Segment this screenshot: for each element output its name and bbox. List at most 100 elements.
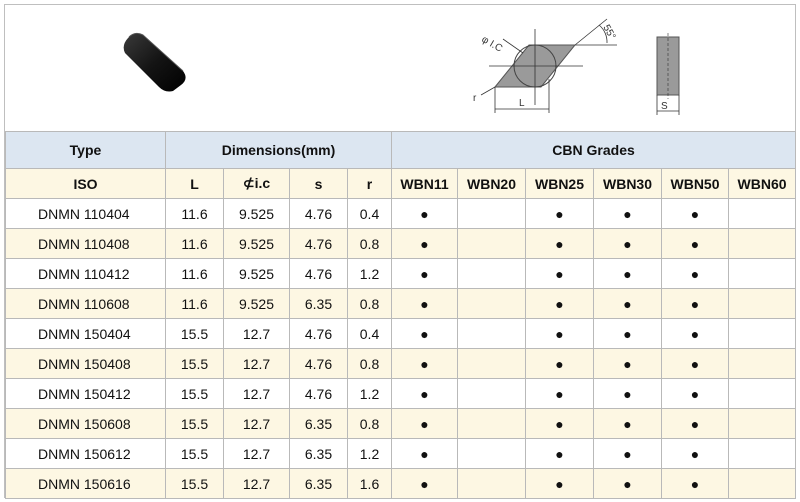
- radius-cell: 0.8: [346, 408, 393, 439]
- radius-cell: 0.4: [346, 198, 393, 229]
- table-row: DNMN 150608 15.5 12.7 6.35 0.8 ● ● ● ●: [5, 408, 797, 439]
- group-header-row: Type Dimensions(mm) CBN Grades: [5, 131, 797, 169]
- table-row: DNMN 150408 15.5 12.7 4.76 0.8 ● ● ● ●: [5, 348, 797, 379]
- ic-cell: 9.525: [223, 258, 290, 289]
- length-cell: 11.6: [165, 288, 224, 319]
- grade-mark-cell: ●: [391, 408, 459, 439]
- length-cell: 15.5: [165, 378, 224, 409]
- radius-column-header: r: [346, 168, 393, 199]
- radius-label: r: [473, 93, 477, 104]
- grade-mark-cell: ●: [391, 258, 459, 289]
- grade-mark-cell: ●: [661, 288, 730, 319]
- grade-mark-cell: ●: [391, 348, 459, 379]
- iso-code-cell: DNMN 150616: [5, 468, 166, 499]
- grade-mark-cell: ●: [593, 228, 663, 259]
- thickness-cell: 6.35: [289, 468, 348, 499]
- iso-code-cell: DNMN 150404: [5, 318, 166, 349]
- length-cell: 11.6: [165, 198, 224, 229]
- grade-mark-cell: ●: [593, 318, 663, 349]
- grade-mark-cell: [457, 318, 527, 349]
- grade-mark-cell: ●: [525, 378, 595, 409]
- radius-cell: 0.8: [346, 348, 393, 379]
- grade-mark-cell: [728, 228, 797, 259]
- radius-cell: 1.6: [346, 468, 393, 499]
- radius-cell: 0.8: [346, 228, 393, 259]
- thickness-cell: 4.76: [289, 318, 348, 349]
- table-row: DNMN 110404 11.6 9.525 4.76 0.4 ● ● ● ●: [5, 198, 797, 229]
- grade-column-header: WBN30: [593, 168, 663, 199]
- grade-mark-cell: [728, 408, 797, 439]
- grade-mark-cell: [728, 378, 797, 409]
- table-row: DNMN 110408 11.6 9.525 4.76 0.8 ● ● ● ●: [5, 228, 797, 259]
- length-cell: 15.5: [165, 438, 224, 469]
- grade-column-header: WBN25: [525, 168, 595, 199]
- ic-cell: 12.7: [223, 408, 290, 439]
- grade-mark-cell: ●: [525, 288, 595, 319]
- grade-mark-cell: ●: [661, 438, 730, 469]
- grade-mark-cell: ●: [525, 258, 595, 289]
- ic-cell: 12.7: [223, 348, 290, 379]
- grade-mark-cell: [457, 228, 527, 259]
- grade-mark-cell: [728, 198, 797, 229]
- grade-mark-cell: [728, 468, 797, 499]
- grade-mark-cell: ●: [593, 378, 663, 409]
- insert-photo-image: [123, 32, 186, 92]
- length-cell: 15.5: [165, 318, 224, 349]
- grade-mark-cell: ●: [391, 468, 459, 499]
- grade-mark-cell: [728, 348, 797, 379]
- ic-cell: 12.7: [223, 438, 290, 469]
- ic-cell: 9.525: [223, 228, 290, 259]
- grade-mark-cell: ●: [391, 438, 459, 469]
- grade-mark-cell: ●: [661, 228, 730, 259]
- thickness-cell: 6.35: [289, 438, 348, 469]
- table-row: DNMN 150616 15.5 12.7 6.35 1.6 ● ● ● ●: [5, 468, 797, 499]
- grade-mark-cell: [728, 288, 797, 319]
- thickness-column-header: s: [289, 168, 348, 199]
- grade-mark-cell: ●: [391, 378, 459, 409]
- grade-mark-cell: [457, 408, 527, 439]
- grade-mark-cell: ●: [593, 438, 663, 469]
- thickness-cell: 4.76: [289, 228, 348, 259]
- grade-mark-cell: ●: [525, 198, 595, 229]
- specification-table: Type Dimensions(mm) CBN Grades ISO L ⊄i.…: [5, 131, 797, 499]
- dimensions-header: Dimensions(mm): [164, 131, 393, 169]
- radius-cell: 1.2: [346, 258, 393, 289]
- ic-cell: 12.7: [223, 468, 290, 499]
- iso-code-cell: DNMN 110608: [5, 288, 166, 319]
- grade-mark-cell: ●: [391, 288, 459, 319]
- thickness-cell: 4.76: [289, 378, 348, 409]
- ic-cell: 12.7: [223, 378, 290, 409]
- iso-code-cell: DNMN 150612: [5, 438, 166, 469]
- grade-mark-cell: [728, 258, 797, 289]
- thickness-cell: 6.35: [289, 408, 348, 439]
- length-cell: 15.5: [165, 468, 224, 499]
- grade-mark-cell: ●: [661, 408, 730, 439]
- radius-cell: 0.4: [346, 318, 393, 349]
- grade-mark-cell: ●: [593, 348, 663, 379]
- grade-mark-cell: ●: [391, 318, 459, 349]
- angle-label: 55°: [600, 23, 617, 42]
- grade-mark-cell: [457, 288, 527, 319]
- ic-cell: 12.7: [223, 318, 290, 349]
- thickness-cell: 4.76: [289, 348, 348, 379]
- grade-mark-cell: ●: [525, 408, 595, 439]
- length-cell: 15.5: [165, 348, 224, 379]
- grade-mark-cell: ●: [593, 468, 663, 499]
- grade-mark-cell: ●: [525, 348, 595, 379]
- grade-mark-cell: ●: [525, 468, 595, 499]
- grade-mark-cell: ●: [525, 228, 595, 259]
- iso-code-cell: DNMN 110408: [5, 228, 166, 259]
- table-row: DNMN 150404 15.5 12.7 4.76 0.4 ● ● ● ●: [5, 318, 797, 349]
- grade-mark-cell: [457, 378, 527, 409]
- grade-mark-cell: [728, 438, 797, 469]
- ic-column-header: ⊄i.c: [223, 168, 290, 199]
- iso-code-cell: DNMN 150412: [5, 378, 166, 409]
- grade-mark-cell: [457, 348, 527, 379]
- grade-mark-cell: ●: [525, 318, 595, 349]
- length-column-header: L: [165, 168, 224, 199]
- grade-mark-cell: ●: [391, 198, 459, 229]
- length-cell: 11.6: [165, 258, 224, 289]
- thickness-cell: 4.76: [289, 198, 348, 229]
- radius-cell: 1.2: [346, 378, 393, 409]
- length-cell: 11.6: [165, 228, 224, 259]
